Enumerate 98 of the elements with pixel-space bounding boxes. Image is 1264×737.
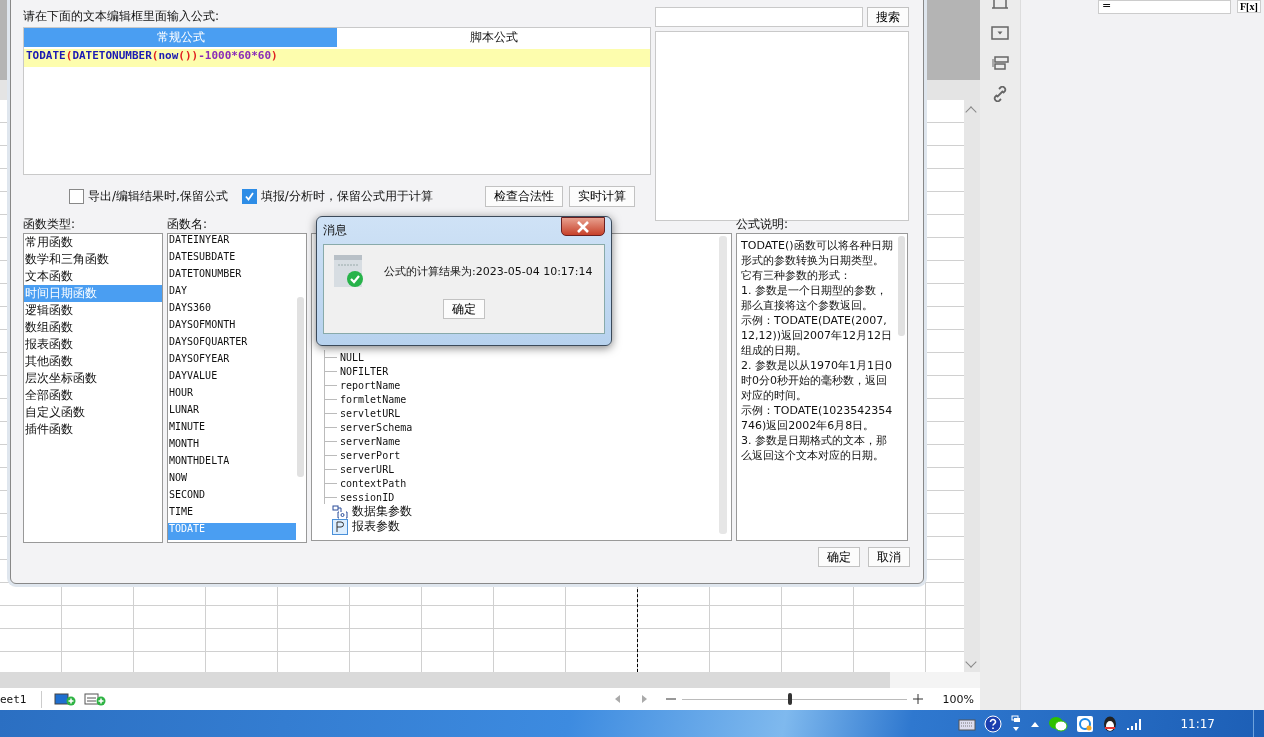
search-button[interactable]: 搜索 bbox=[867, 7, 909, 27]
checkbox-option[interactable]: 导出/编辑结果时,保留公式 bbox=[69, 187, 228, 205]
formula-button[interactable]: F[x] bbox=[1237, 0, 1261, 13]
zoom-in-icon[interactable] bbox=[912, 694, 923, 704]
next-icon[interactable] bbox=[639, 694, 648, 704]
close-button[interactable] bbox=[561, 217, 605, 236]
parameter-icon bbox=[332, 518, 348, 535]
signal-icon bbox=[1126, 716, 1143, 731]
prompt-label: 请在下面的文本编辑框里面输入公式: bbox=[23, 8, 221, 25]
function-name-item[interactable]: DAYSOFMONTH bbox=[168, 319, 296, 336]
function-type-item[interactable]: 层次坐标函数 bbox=[24, 370, 162, 387]
zoom-slider[interactable] bbox=[787, 693, 792, 705]
action-button[interactable]: 检查合法性 bbox=[485, 185, 563, 207]
tree-node[interactable]: contextPath bbox=[340, 477, 407, 489]
dropdown-box-icon[interactable] bbox=[991, 26, 1009, 40]
previous-icon[interactable] bbox=[613, 694, 622, 704]
clock[interactable]: 11:17 bbox=[1180, 716, 1215, 731]
checkbox[interactable] bbox=[241, 188, 257, 204]
dataset-icon bbox=[332, 504, 348, 519]
function-name-item[interactable]: DATETONUMBER bbox=[168, 268, 296, 285]
horizontal-scrollbar[interactable] bbox=[0, 672, 980, 688]
function-name-item[interactable]: DAYVALUE bbox=[168, 370, 296, 387]
description-text: 3. 参数是日期格式的文本，那么返回这个文本对应的日期。 bbox=[741, 433, 888, 463]
list-label: 函数类型: bbox=[23, 216, 77, 233]
function-name-item[interactable]: MINUTE bbox=[168, 421, 296, 438]
add-sheet-icon[interactable] bbox=[53, 692, 76, 706]
keyboard-icon[interactable] bbox=[958, 716, 977, 731]
app-icon[interactable] bbox=[1076, 714, 1095, 733]
function-name-item[interactable]: DAYS360 bbox=[168, 302, 296, 319]
tree-node[interactable]: serverName bbox=[340, 435, 401, 447]
formula-editor[interactable]: 常规公式 脚本公式 TODATE(DATETONUMBER(now())-1000*60*60) bbox=[23, 27, 651, 175]
function-type-item[interactable]: 逻辑函数 bbox=[24, 302, 162, 319]
scrollbar-track[interactable] bbox=[719, 236, 727, 534]
scrollbar-thumb[interactable] bbox=[297, 297, 304, 477]
function-name-item[interactable]: DAY bbox=[168, 285, 296, 302]
function-name-item[interactable]: LUNAR bbox=[168, 404, 296, 421]
function-type-item[interactable]: 其他函数 bbox=[24, 353, 162, 370]
tree-node[interactable]: serverURL bbox=[340, 463, 395, 475]
scrollbar-thumb[interactable] bbox=[898, 236, 905, 336]
tree-node[interactable]: serverPort bbox=[340, 449, 401, 461]
list-label: 公式说明: bbox=[736, 216, 790, 233]
function-name-item[interactable]: MONTHDELTA bbox=[168, 455, 296, 472]
tree-node[interactable]: reportName bbox=[340, 379, 401, 391]
description-text: 示例：TODATE(1023542354746)返回2002年6月8日。 bbox=[741, 403, 893, 433]
message-text: 公式的计算结果为:2023-05-04 10:17:14 bbox=[384, 263, 593, 279]
description-text: 示例：TODATE(DATE(2007,12,12))返回2007年12月12日组成的日期。 bbox=[741, 313, 893, 358]
success-icon bbox=[334, 255, 366, 287]
function-name-item[interactable]: SECOND bbox=[168, 489, 296, 506]
function-type-item[interactable]: 数组函数 bbox=[24, 319, 162, 336]
tree-node[interactable]: servletURL bbox=[340, 407, 401, 419]
function-type-item[interactable]: 插件函数 bbox=[24, 421, 162, 438]
add-report-icon[interactable] bbox=[83, 692, 106, 706]
description-text: TODATE()函数可以将各种日期形式的参数转换为日期类型。 bbox=[741, 238, 893, 268]
search-field[interactable] bbox=[655, 7, 863, 27]
description-text: 1. 参数是一个日期型的参数，那么直接将这个参数返回。 bbox=[741, 283, 888, 313]
chat-icon[interactable] bbox=[1048, 714, 1069, 733]
description-text: 2. 参数是以从1970年1月1日0时0分0秒开始的毫秒数，返回对应的时间。 bbox=[741, 358, 893, 403]
function-type-item[interactable]: 常用函数 bbox=[24, 234, 162, 251]
tree-node[interactable]: serverSchema bbox=[340, 421, 413, 433]
function-name-item[interactable]: DATEINYEAR bbox=[168, 234, 296, 251]
tree-node[interactable]: 报表参数 bbox=[352, 518, 400, 535]
vertical-scrollbar[interactable] bbox=[964, 100, 980, 672]
function-type-item[interactable]: 报表函数 bbox=[24, 336, 162, 353]
dialog-button[interactable]: 确定 bbox=[818, 547, 860, 567]
formula-field[interactable]: = bbox=[1098, 0, 1231, 14]
function-name-item[interactable]: NOW bbox=[168, 472, 296, 489]
function-type-item[interactable]: 自定义函数 bbox=[24, 404, 162, 421]
checkbox[interactable] bbox=[69, 188, 84, 204]
function-name-item[interactable]: MONTH bbox=[168, 438, 296, 455]
link-icon[interactable] bbox=[992, 86, 1008, 102]
function-type-item[interactable]: 数学和三角函数 bbox=[24, 251, 162, 268]
border-icon[interactable] bbox=[991, 0, 1009, 10]
function-name-item[interactable]: DAYSOFYEAR bbox=[168, 353, 296, 370]
windows-icon[interactable] bbox=[1010, 714, 1023, 733]
ok-button[interactable]: 确定 bbox=[443, 299, 485, 319]
function-type-item[interactable]: 全部函数 bbox=[24, 387, 162, 404]
penguin-icon[interactable] bbox=[1102, 714, 1119, 733]
checkbox-option[interactable]: 填报/分析时，保留公式用于计算 bbox=[241, 187, 433, 205]
help-icon[interactable] bbox=[984, 714, 1003, 733]
function-name-item[interactable]: DAYSOFQUARTER bbox=[168, 336, 296, 353]
dialog-button[interactable]: 取消 bbox=[868, 547, 910, 567]
list-label: 函数名: bbox=[167, 216, 209, 233]
tree-node[interactable]: formletName bbox=[340, 393, 407, 405]
message-title: 消息 bbox=[323, 222, 347, 239]
stacked-bars-icon[interactable] bbox=[991, 56, 1009, 70]
zoom-level: 100% bbox=[942, 692, 974, 706]
function-name-item[interactable]: DATESUBDATE bbox=[168, 251, 296, 268]
tree-node[interactable]: 数据集参数 bbox=[352, 503, 412, 520]
description-text: 它有三种参数的形式： bbox=[741, 268, 852, 283]
tree-node[interactable]: NULL bbox=[340, 351, 365, 363]
function-name-item[interactable]: HOUR bbox=[168, 387, 296, 404]
function-type-item[interactable]: 文本函数 bbox=[24, 268, 162, 285]
close-icon bbox=[576, 220, 590, 233]
tree-node[interactable]: sessionID bbox=[340, 491, 395, 503]
tree-node[interactable]: NOFILTER bbox=[340, 365, 389, 377]
action-button[interactable]: 实时计算 bbox=[569, 185, 635, 207]
sheet-tab[interactable]: eet1 bbox=[0, 690, 42, 708]
function-name-item[interactable]: TIME bbox=[168, 506, 296, 523]
